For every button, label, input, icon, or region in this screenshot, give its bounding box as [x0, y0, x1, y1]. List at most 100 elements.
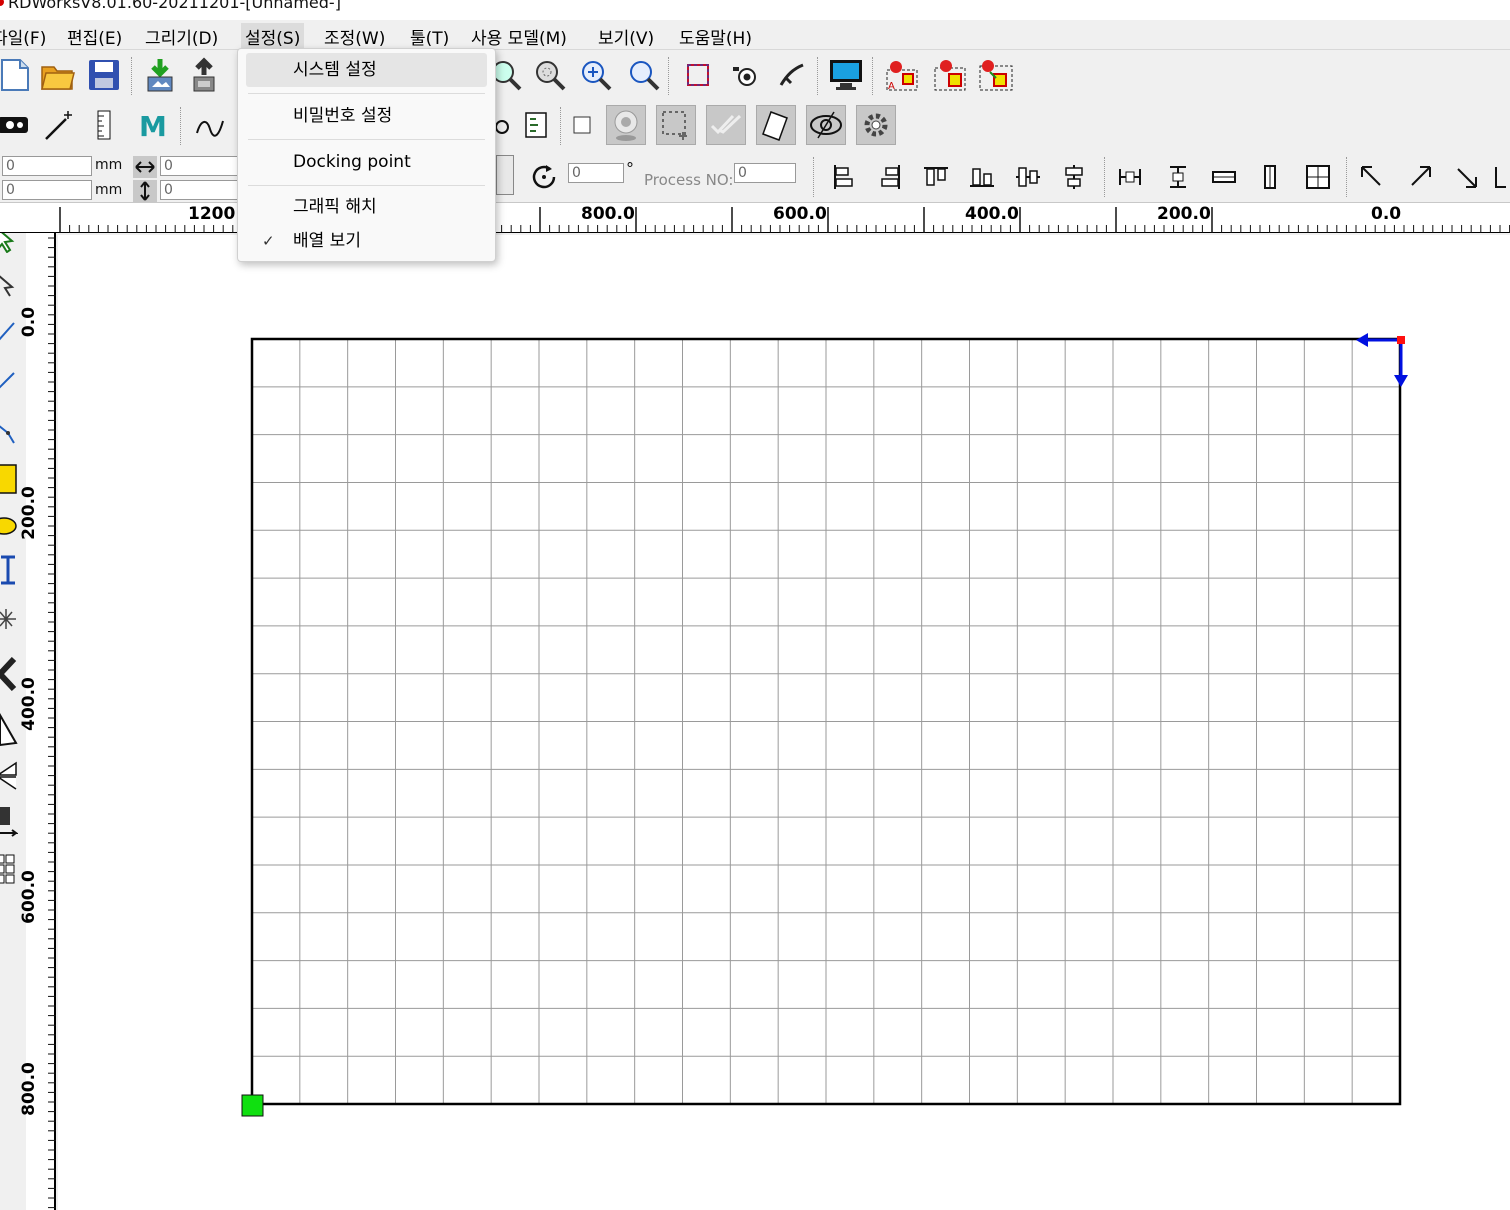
toolbar-separator — [1104, 157, 1106, 197]
work-canvas[interactable] — [58, 235, 1510, 1210]
corner-bottomright-icon[interactable] — [1446, 157, 1486, 197]
equal-hspace-icon[interactable] — [1110, 157, 1150, 197]
menu-item-label: 그래픽 해치 — [293, 197, 377, 217]
corner-topleft-icon[interactable] — [1352, 157, 1392, 197]
vertical-ruler: 0.0 200.0 400.0 600.0 800.0 — [19, 233, 56, 1210]
rotate-icon[interactable] — [528, 161, 560, 193]
equal-vspace-icon[interactable] — [1158, 157, 1198, 197]
align-bottom-icon[interactable] — [962, 157, 1002, 197]
output-select-icon[interactable]: A — [882, 55, 922, 95]
h-ruler-label: 400.0 — [965, 204, 1019, 224]
y-position-field[interactable]: 0 — [2, 180, 92, 200]
check-double-icon[interactable] — [706, 105, 746, 145]
menu-adjust[interactable]: 조정(W) — [320, 23, 389, 50]
magic-wand-icon[interactable] — [38, 105, 78, 145]
model-m-icon[interactable]: M — [132, 105, 172, 145]
menu-item-label: 시스템 설정 — [293, 60, 377, 80]
menu-item-docking-point[interactable]: Docking point — [246, 145, 487, 179]
import-icon[interactable] — [140, 55, 180, 95]
polyline-icon[interactable] — [0, 365, 18, 397]
eye-icon[interactable] — [806, 105, 846, 145]
open-folder-icon[interactable] — [38, 55, 78, 95]
origin-markers — [241, 333, 1408, 1117]
menu-file[interactable]: 파일(F) — [0, 23, 50, 50]
menu-draw[interactable]: 그리기(D) — [141, 23, 222, 50]
menu-item-password-settings[interactable]: 비밀번호 설정 — [246, 99, 487, 133]
zoom-area-icon[interactable] — [530, 55, 570, 95]
align-hcenter-icon[interactable] — [1008, 157, 1048, 197]
layer-icon[interactable] — [516, 105, 556, 145]
horizontal-ruler: 1200 800.0 600.0 400.0 200.0 0.0 — [0, 203, 1510, 233]
ellipse-icon[interactable] — [0, 513, 18, 543]
bezier-icon[interactable] — [0, 419, 18, 451]
menu-settings[interactable]: 설정(S) — [241, 23, 305, 50]
corner-topright-icon[interactable] — [1400, 157, 1440, 197]
y-unit-label: mm — [95, 182, 123, 198]
process-no-field[interactable]: 0 — [734, 163, 796, 183]
rotate-angle-field[interactable]: 0 — [568, 163, 624, 183]
menu-tools[interactable]: 툴(T) — [406, 23, 453, 50]
height-field[interactable]: 0 — [160, 180, 240, 200]
menu-separator — [248, 139, 485, 140]
origin-point-icon — [1397, 336, 1405, 344]
align-top-icon[interactable] — [916, 157, 956, 197]
corner-bottomleft-icon[interactable] — [1490, 157, 1510, 197]
menu-model[interactable]: 사용 모델(M) — [467, 23, 571, 50]
h-ruler-label: 1200 — [188, 204, 236, 224]
output-array-icon[interactable] — [930, 55, 970, 95]
export-icon[interactable] — [184, 55, 224, 95]
node-edit-icon[interactable] — [0, 269, 18, 303]
fill-icon[interactable] — [0, 805, 19, 845]
page-frame-icon[interactable] — [678, 55, 718, 95]
toolbar-separator — [872, 57, 874, 95]
toolbar-separator — [1346, 157, 1348, 197]
x-position-field[interactable]: 0 — [2, 156, 92, 176]
new-file-icon[interactable] — [0, 55, 34, 95]
width-lock-icon[interactable] — [133, 156, 157, 178]
menu-help[interactable]: 도움말(H) — [675, 23, 756, 50]
pen-icon[interactable] — [772, 55, 812, 95]
align-left-icon[interactable] — [824, 157, 864, 197]
mirror-v-icon[interactable] — [0, 759, 18, 797]
rdworks-window: RDWorksV8.01.60-20211201-[Unnamed-] 파일(F… — [0, 0, 1510, 1210]
camera-icon[interactable] — [724, 55, 764, 95]
select-frame-icon[interactable] — [656, 105, 696, 145]
webcam-icon[interactable] — [606, 105, 646, 145]
zoom-in-icon[interactable] — [576, 55, 616, 95]
menu-item-array-view[interactable]: ✓ 배열 보기 — [246, 224, 487, 258]
toolbar-separator — [817, 57, 819, 95]
checkbox-icon[interactable] — [562, 105, 602, 145]
array-icon[interactable] — [0, 853, 18, 891]
line-icon[interactable] — [0, 317, 18, 349]
title-bar: RDWorksV8.01.60-20211201-[Unnamed-] — [0, 0, 1510, 20]
mirror-h-icon[interactable] — [0, 712, 18, 751]
h-ruler-label: 200.0 — [1157, 204, 1211, 224]
height-lock-icon[interactable] — [133, 180, 157, 202]
monitor-icon[interactable] — [826, 55, 866, 95]
v-ruler-label: 600.0 — [18, 870, 39, 924]
zoom-out-icon[interactable] — [624, 55, 664, 95]
point-icon[interactable] — [0, 607, 18, 635]
menu-item-system-settings[interactable]: 시스템 설정 — [246, 53, 487, 87]
text-icon[interactable] — [0, 555, 18, 589]
laser-head-icon[interactable] — [0, 105, 34, 145]
undo-icon[interactable] — [0, 656, 18, 695]
align-right-icon[interactable] — [870, 157, 910, 197]
menu-view[interactable]: 보기(V) — [594, 23, 658, 50]
width-field[interactable]: 0 — [160, 156, 240, 176]
same-size-icon[interactable] — [1298, 157, 1338, 197]
menu-item-graphic-hatch[interactable]: 그래픽 해치 — [246, 190, 487, 224]
process-no-label: Process NO: — [644, 171, 734, 189]
size-apply-button[interactable] — [496, 155, 514, 195]
ruler-icon[interactable] — [84, 105, 124, 145]
same-width-icon[interactable] — [1204, 157, 1244, 197]
output-path-icon[interactable] — [976, 55, 1016, 95]
align-vcenter-icon[interactable] — [1054, 157, 1094, 197]
same-height-icon[interactable] — [1250, 157, 1290, 197]
gear-icon[interactable] — [856, 105, 896, 145]
rectangle-icon[interactable] — [0, 463, 18, 501]
slant-rect-icon[interactable] — [756, 105, 796, 145]
save-icon[interactable] — [84, 55, 124, 95]
menu-edit[interactable]: 편집(E) — [63, 23, 126, 50]
curve-icon[interactable] — [190, 105, 230, 145]
